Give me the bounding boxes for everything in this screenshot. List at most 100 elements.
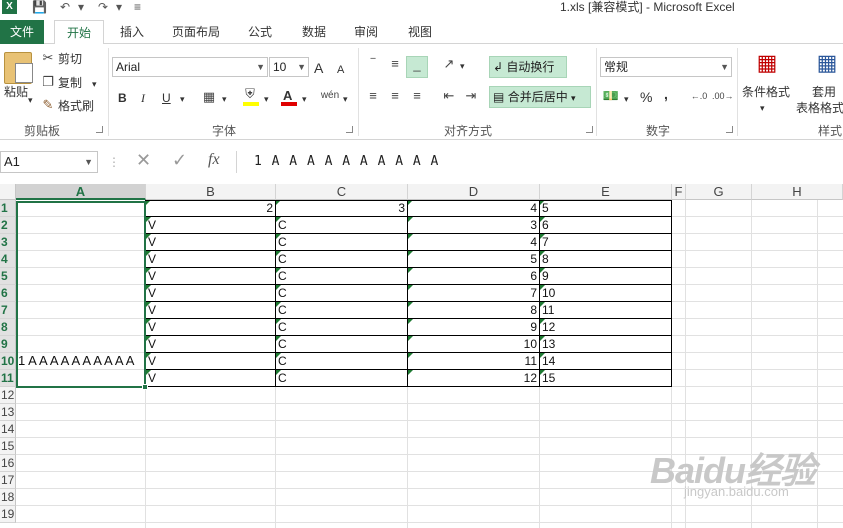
cell-d11[interactable]: 12 [408,370,540,387]
copy-dropdown-icon[interactable]: ▾ [92,76,97,92]
align-top-icon[interactable]: ‾ [364,56,382,72]
cell-e1[interactable]: 5 [540,200,672,217]
cell-d6[interactable]: 7 [408,285,540,302]
name-box[interactable]: A1 ▼ [0,151,98,173]
row-header-18[interactable]: 18 [0,489,16,506]
cell-c2[interactable]: C [276,217,408,234]
cell-d4[interactable]: 5 [408,251,540,268]
cell-b11[interactable]: V [146,370,276,387]
tab-review[interactable]: 审阅 [346,20,386,44]
fill-color-dropdown-icon[interactable]: ▾ [264,91,269,107]
cell-c1[interactable]: 3 [276,200,408,217]
cell-b6[interactable]: V [146,285,276,302]
cell-c3[interactable]: C [276,234,408,251]
cell-b1[interactable]: 2 [146,200,276,217]
cell-e11[interactable]: 15 [540,370,672,387]
font-size-select[interactable]: 10 ▼ [269,57,309,77]
tab-view[interactable]: 视图 [400,20,440,44]
conditional-format-dropdown-icon[interactable]: ▾ [760,100,765,116]
row-header-5[interactable]: 5 [0,268,16,285]
cell-e7[interactable]: 11 [540,302,672,319]
bold-button[interactable]: B [118,90,127,106]
align-left-icon[interactable]: ≡ [364,88,382,104]
cell-c10[interactable]: C [276,353,408,370]
worksheet-grid[interactable]: ABCDEFGH 1 2 3 4 5 6 7 8 9 10 11 12 13 14 15 16 17 18 19 2… [0,184,843,528]
insert-function-icon[interactable]: fx [208,152,220,168]
cell-d9[interactable]: 10 [408,336,540,353]
column-header-e[interactable]: E [540,184,672,200]
format-as-table-icon[interactable]: ▦ [812,48,842,80]
row-header-19[interactable]: 19 [0,506,16,523]
underline-dropdown-icon[interactable]: ▾ [180,91,185,107]
cell-d8[interactable]: 9 [408,319,540,336]
cell-d10[interactable]: 11 [408,353,540,370]
shrink-font-button[interactable]: A [337,62,344,78]
align-middle-icon[interactable]: ≡ [386,56,404,72]
cell-e5[interactable]: 9 [540,268,672,285]
cell-e3[interactable]: 7 [540,234,672,251]
paste-icon[interactable] [4,52,33,84]
cell-d7[interactable]: 8 [408,302,540,319]
fill-handle[interactable] [142,384,148,390]
cancel-icon[interactable]: ✕ [136,151,151,169]
cell-e4[interactable]: 8 [540,251,672,268]
cell-b5[interactable]: V [146,268,276,285]
row-header-17[interactable]: 17 [0,472,16,489]
align-bottom-icon[interactable]: _ [406,56,428,78]
column-header-c[interactable]: C [276,184,408,200]
cell-b3[interactable]: V [146,234,276,251]
cell-c8[interactable]: C [276,319,408,336]
tab-home[interactable]: 开始 [54,20,104,45]
row-header-12[interactable]: 12 [0,387,16,404]
increase-indent-icon[interactable]: ⇥ [462,88,480,104]
cell-c7[interactable]: C [276,302,408,319]
decrease-indent-icon[interactable]: ⇤ [440,88,458,104]
cell-e6[interactable]: 10 [540,285,672,302]
cell-b4[interactable]: V [146,251,276,268]
cell-c6[interactable]: C [276,285,408,302]
merge-center-button[interactable]: ▤ 合并后居中 ▾ [489,86,591,108]
conditional-format-icon[interactable]: ▦ [752,48,782,80]
enter-icon[interactable]: ✓ [172,151,187,169]
phonetic-icon[interactable]: wén [320,88,340,104]
number-format-select[interactable]: 常规 ▼ [600,57,732,77]
align-right-icon[interactable]: ≡ [408,88,426,104]
save-icon[interactable]: 💾 [32,0,47,14]
accounting-dropdown-icon[interactable]: ▾ [624,91,629,107]
clipboard-launcher-icon[interactable] [96,126,103,133]
format-painter-button[interactable]: 格式刷 [58,98,94,114]
tab-formulas[interactable]: 公式 [240,20,280,44]
row-header-14[interactable]: 14 [0,421,16,438]
row-header-9[interactable]: 9 [0,336,16,353]
cell-d5[interactable]: 6 [408,268,540,285]
comma-button[interactable]: , [664,86,668,102]
row-header-10[interactable]: 10 [0,353,16,370]
phonetic-dropdown-icon[interactable]: ▾ [343,91,348,107]
cell-b7[interactable]: V [146,302,276,319]
row-header-15[interactable]: 15 [0,438,16,455]
row-header-1[interactable]: 1 [0,200,16,217]
cell-e10[interactable]: 14 [540,353,672,370]
copy-button[interactable]: 复制 [58,75,82,91]
tab-page-layout[interactable]: 页面布局 [166,20,226,44]
redo-dropdown-icon[interactable]: ▾ [116,0,122,14]
cell-e2[interactable]: 6 [540,217,672,234]
grow-font-button[interactable]: A [314,60,323,76]
cell-b10[interactable]: V [146,353,276,370]
underline-button[interactable]: U [162,90,171,106]
font-color-dropdown-icon[interactable]: ▾ [302,91,307,107]
accounting-format-icon[interactable]: 💵 [602,88,620,104]
orientation-dropdown-icon[interactable]: ▾ [460,58,465,74]
cell-b8[interactable]: V [146,319,276,336]
cell-c9[interactable]: C [276,336,408,353]
italic-button[interactable]: I [141,90,145,106]
borders-dropdown-icon[interactable]: ▾ [222,91,227,107]
column-header-f[interactable]: F [672,184,686,200]
orientation-icon[interactable]: ↗ [440,56,458,72]
row-header-16[interactable]: 16 [0,455,16,472]
row-header-4[interactable]: 4 [0,251,16,268]
wrap-text-button[interactable]: ↲ 自动换行 [489,56,567,78]
tab-file[interactable]: 文件 [0,20,44,44]
format-as-table-button[interactable]: 套用 [812,84,836,100]
cell-d3[interactable]: 4 [408,234,540,251]
